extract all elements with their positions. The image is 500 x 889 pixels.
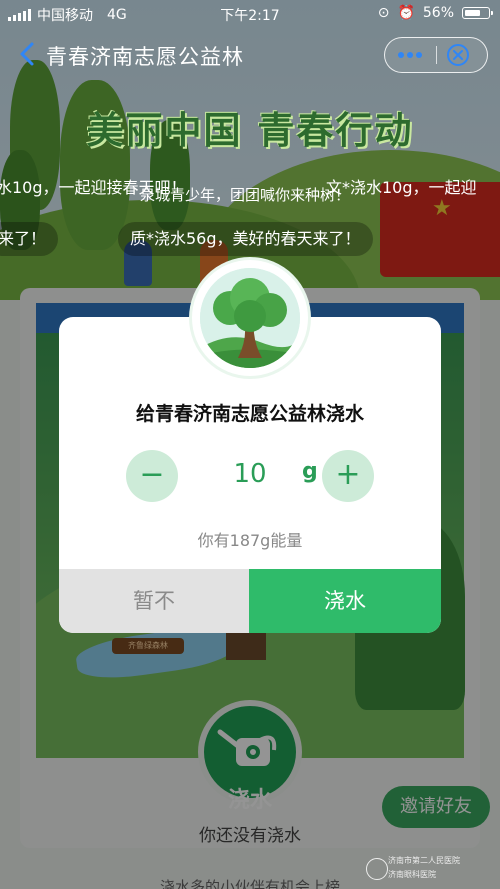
bullet-comment: 来了！	[0, 222, 59, 256]
more-options-icon[interactable]	[395, 45, 425, 65]
back-arrow-icon[interactable]	[14, 40, 42, 68]
hospital-watermark: 济南市第二人民医院 济南眼科医院	[366, 854, 484, 884]
hospital-logo-icon	[366, 858, 388, 880]
status-bar: 中国移动 4G 下午2:17 ⊙ ⏰ 56%	[0, 0, 500, 28]
energy-balance: 你有187g能量	[197, 531, 303, 550]
page-title: 青春济南志愿公益林	[46, 45, 244, 69]
dialog-title: 给青春济南志愿公益林浇水	[135, 403, 364, 425]
water-amount-value: 10	[233, 459, 267, 489]
lock-rotation-icon: ⊙	[377, 5, 390, 21]
battery-percent: 56%	[422, 5, 454, 21]
bullet-comment: 质*浇水56g，美好的春天来了！	[118, 222, 373, 256]
watermark-line: 济南市第二人民医院	[388, 856, 460, 865]
alarm-icon: ⏰	[397, 5, 415, 21]
battery-icon	[462, 7, 493, 19]
bullet-comment: 泉城青少年，团团喊你来种树！	[140, 186, 351, 204]
campaign-banner: 美丽中国 青春行动	[86, 109, 414, 152]
mini-program-capsule	[384, 37, 488, 73]
confirm-water-button[interactable]: 浇水	[249, 569, 441, 633]
water-amount-unit: g	[302, 459, 318, 484]
increase-amount-button[interactable]: +	[322, 450, 374, 502]
tree-icon	[200, 268, 300, 368]
cancel-button[interactable]: 暂不	[59, 569, 249, 633]
watermark-line: 济南眼科医院	[388, 870, 436, 879]
capsule-divider	[436, 46, 437, 64]
decrease-amount-button[interactable]: −	[126, 450, 178, 502]
close-mini-program-icon[interactable]	[446, 43, 470, 67]
navigation-bar: 青春济南志愿公益林	[0, 32, 500, 78]
